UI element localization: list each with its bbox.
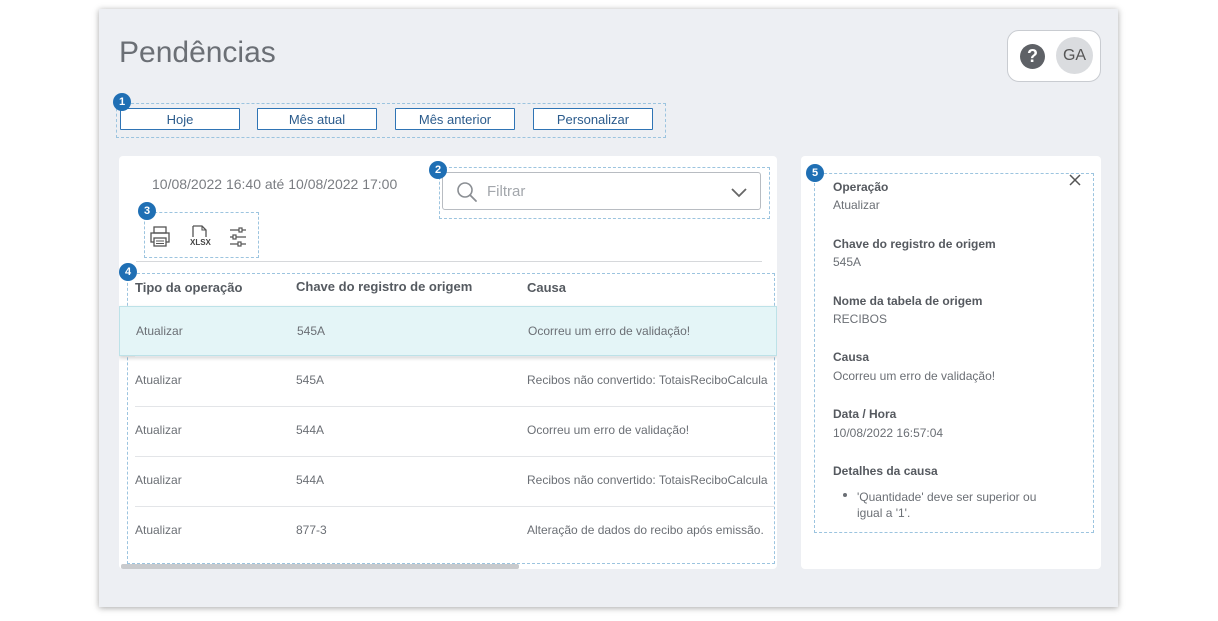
cell-source-key: 877-3 xyxy=(296,523,327,537)
user-toolbar: ? GA xyxy=(1007,30,1101,82)
cell-operation: Atualizar xyxy=(135,423,182,437)
callout-badge-3: 3 xyxy=(138,202,156,220)
source-key-label: Chave do registro de origem xyxy=(833,237,996,251)
date-range: 10/08/2022 16:40 até 10/08/2022 17:00 xyxy=(152,176,398,192)
source-key-value: 545A xyxy=(833,255,862,269)
settings-sliders-icon[interactable] xyxy=(226,224,250,250)
pendencias-window: Pendências ? GA 1 Hoje Mês atual Mês ant… xyxy=(99,9,1118,607)
callout-badge-2: 2 xyxy=(429,161,447,179)
cell-source-key: 545A xyxy=(297,324,326,338)
cell-operation: Atualizar xyxy=(136,324,183,338)
row-divider xyxy=(135,456,775,457)
cause-value: Ocorreu um erro de validação! xyxy=(833,369,996,383)
table-row[interactable]: Atualizar 544A Recibos não convertido: Tot… xyxy=(119,456,777,506)
datetime-label: Data / Hora xyxy=(833,407,897,421)
callout-badge-4: 4 xyxy=(119,263,137,281)
cell-cause: Alteração de dados do recibo após emissã… xyxy=(527,523,764,537)
operation-value: Atualizar xyxy=(833,198,880,212)
cell-source-key: 544A xyxy=(296,473,325,487)
separator xyxy=(136,261,762,262)
cell-cause: Recibos não convertido: TotaisReciboCalc… xyxy=(527,473,768,487)
results-card: 10/08/2022 16:40 até 10/08/2022 17:00 Fi… xyxy=(119,156,777,569)
cause-details-bullet xyxy=(843,493,847,497)
table-row[interactable]: Atualizar 545A Recibos não convertido: Tot… xyxy=(119,356,777,406)
col-header-operation[interactable]: Tipo da operação xyxy=(135,280,242,295)
datetime-value: 10/08/2022 16:57:04 xyxy=(833,426,944,440)
help-icon[interactable]: ? xyxy=(1020,44,1045,69)
print-icon[interactable] xyxy=(148,224,172,250)
cell-operation: Atualizar xyxy=(135,523,182,537)
cell-operation: Atualizar xyxy=(135,373,182,387)
chevron-down-icon[interactable] xyxy=(730,187,748,199)
cause-details-label: Detalhes da causa xyxy=(833,464,938,478)
close-icon[interactable] xyxy=(1067,172,1083,188)
row-divider xyxy=(135,506,775,507)
horizontal-scrollbar[interactable] xyxy=(121,564,519,569)
avatar[interactable]: GA xyxy=(1056,37,1093,74)
cell-cause: Ocorreu um erro de validação! xyxy=(528,324,691,338)
source-table-label: Nome da tabela de origem xyxy=(833,294,983,308)
cause-details-line2: igual a '1'. xyxy=(857,506,911,520)
details-panel: Operação Atualizar Chave do registro de … xyxy=(801,156,1101,569)
cell-source-key: 544A xyxy=(296,423,325,437)
search-icon xyxy=(457,182,477,202)
operation-label: Operação xyxy=(833,180,889,194)
cause-details-line1: 'Quantidade' deve ser superior ou xyxy=(857,490,1037,504)
table-row[interactable]: Atualizar 877-3 Alteração de dados do reci… xyxy=(119,506,777,556)
current-month-button[interactable]: Mês atual xyxy=(257,108,377,130)
page-title: Pendências xyxy=(119,36,276,69)
table-row[interactable]: Atualizar 545A Ocorreu um erro de validaçã… xyxy=(119,306,777,356)
source-table-value: RECIBOS xyxy=(833,312,888,326)
previous-month-button[interactable]: Mês anterior xyxy=(395,108,515,130)
today-button[interactable]: Hoje xyxy=(120,108,240,130)
filter-select[interactable]: Filtrar xyxy=(442,172,761,210)
custom-period-button[interactable]: Personalizar xyxy=(533,108,653,130)
xlsx-export-icon[interactable]: XLSX xyxy=(187,224,211,250)
col-header-cause[interactable]: Causa xyxy=(527,280,566,295)
cell-source-key: 545A xyxy=(296,373,325,387)
callout-badge-5: 5 xyxy=(806,164,824,182)
xlsx-label: XLSX xyxy=(190,238,211,247)
row-divider xyxy=(135,356,775,357)
col-header-source-key[interactable]: Chave do registro de origem xyxy=(296,279,472,294)
table-row[interactable]: Atualizar 544A Ocorreu um erro de validaçã… xyxy=(119,406,777,456)
cause-label: Causa xyxy=(833,350,870,364)
cell-cause: Recibos não convertido: TotaisReciboCalc… xyxy=(527,373,768,387)
row-divider xyxy=(135,406,775,407)
cell-cause: Ocorreu um erro de validação! xyxy=(527,423,690,437)
callout-badge-1: 1 xyxy=(113,93,131,111)
cell-operation: Atualizar xyxy=(135,473,182,487)
filter-placeholder: Filtrar xyxy=(487,183,526,200)
